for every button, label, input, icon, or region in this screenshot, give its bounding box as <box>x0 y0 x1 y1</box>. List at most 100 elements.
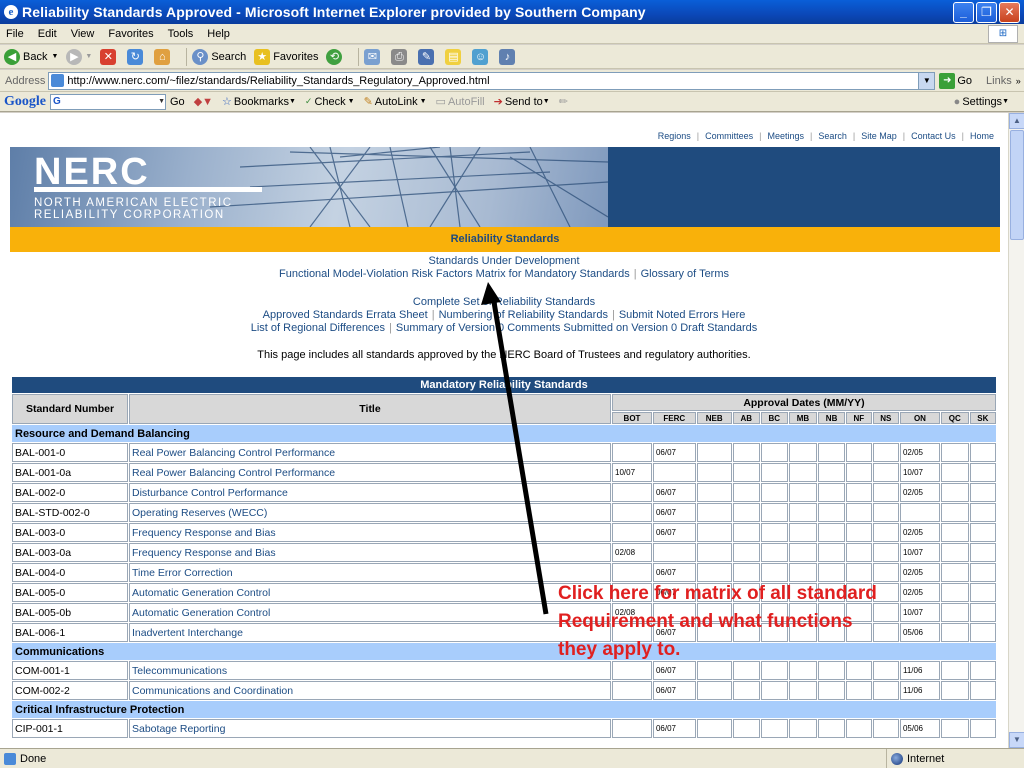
messenger-button[interactable]: ☺ <box>472 48 491 65</box>
go-label: Go <box>957 74 973 87</box>
stop-icon: ✕ <box>100 48 117 65</box>
ie-icon: e <box>4 5 18 19</box>
settings-gear-icon: ● <box>953 95 961 108</box>
send-to-button[interactable]: ➔ Send to ▼ <box>493 95 550 109</box>
stop-button[interactable]: ✕ <box>100 48 119 65</box>
go-button[interactable]: ➜ Go <box>939 72 973 89</box>
refresh-icon: ↻ <box>127 48 144 65</box>
toolbar-separator <box>186 47 188 66</box>
print-icon: ⎙ <box>391 48 408 65</box>
history-icon: ⟲ <box>326 48 343 65</box>
address-url[interactable]: http://www.nerc.com/~filez/standards/Rel… <box>67 75 489 87</box>
menu-file[interactable]: File <box>6 28 24 40</box>
status-text: Done <box>20 752 47 765</box>
page-loaded-icon <box>4 752 16 765</box>
spell-check-button[interactable]: ✓ Check ▼ <box>305 96 355 108</box>
address-dropdown-icon[interactable]: ▼ <box>918 72 935 89</box>
pagerank-icon[interactable]: ◆▼ <box>194 95 213 108</box>
autofill-icon: ▭ <box>435 96 446 108</box>
address-label: Address <box>5 74 46 87</box>
autolink-label: AutoLink <box>374 95 418 108</box>
status-bar: Done Internet <box>0 748 1024 768</box>
messenger-icon: ☺ <box>472 48 489 65</box>
zone-label: Internet <box>907 752 945 765</box>
internet-globe-icon <box>891 752 903 765</box>
menu-edit[interactable]: Edit <box>38 28 57 40</box>
annotation-arrow-shaft <box>490 295 549 615</box>
search-icon: ⚲ <box>192 48 209 65</box>
page-viewport: Regions | Committees | Meetings | Search | S… <box>0 113 1008 748</box>
research-icon: ♪ <box>499 48 516 65</box>
send-to-icon: ➔ <box>493 96 503 108</box>
close-button[interactable]: ✕ <box>999 2 1020 23</box>
google-search-input[interactable]: G ▼ <box>50 93 166 110</box>
home-button[interactable]: ⌂ <box>154 48 173 65</box>
forward-button[interactable]: ▶ ▼ <box>66 48 92 65</box>
discuss-icon: ▤ <box>445 48 462 65</box>
favorites-button[interactable]: ★ Favorites <box>254 48 319 65</box>
bookmarks-button[interactable]: ☆ Bookmarks ▼ <box>222 95 296 109</box>
mail-button[interactable]: ✉ <box>364 48 383 65</box>
google-search-prefix: G <box>53 96 61 107</box>
toolbar-separator <box>358 47 360 66</box>
page-icon <box>51 74 65 87</box>
window-controls: _ ❐ ✕ <box>953 2 1020 23</box>
back-arrow-icon: ◀ <box>4 48 20 65</box>
scroll-up-icon[interactable]: ▲ <box>1009 113 1024 129</box>
security-zone: Internet <box>886 749 1024 768</box>
check-label: Check <box>314 95 346 108</box>
google-go-button[interactable]: Go <box>170 96 185 108</box>
discuss-button[interactable]: ▤ <box>445 48 464 65</box>
maximize-button[interactable]: ❐ <box>976 2 997 23</box>
print-button[interactable]: ⎙ <box>391 48 410 65</box>
pencil-icon[interactable]: ✏ <box>559 95 568 108</box>
chevron-right-icon[interactable]: » <box>1016 76 1021 86</box>
address-input[interactable]: http://www.nerc.com/~filez/standards/Rel… <box>48 71 936 90</box>
annotation-arrowhead <box>481 282 501 305</box>
back-button[interactable]: ◀ Back ▼ <box>4 48 58 65</box>
mail-icon: ✉ <box>364 48 381 65</box>
autolink-button[interactable]: ✎ AutoLink ▼ <box>363 95 427 109</box>
window-title: Reliability Standards Approved - Microso… <box>22 4 646 20</box>
menu-bar: File Edit View Favorites Tools Help ⊞ <box>0 24 1024 44</box>
search-button[interactable]: ⚲ Search <box>192 48 247 65</box>
search-label: Search <box>211 50 247 63</box>
refresh-button[interactable]: ↻ <box>127 48 146 65</box>
back-dropdown-icon[interactable]: ▼ <box>51 53 58 60</box>
send-to-label: Send to <box>504 95 543 108</box>
google-toolbar: Google G ▼ Go ◆▼ ☆ Bookmarks ▼ ✓ Check ▼ ✎… <box>0 92 1024 112</box>
forward-arrow-icon: ▶ <box>66 48 83 65</box>
google-logo[interactable]: Google <box>4 94 46 110</box>
settings-label: Settings <box>962 95 1003 108</box>
vertical-scrollbar[interactable]: ▲ ▼ <box>1008 113 1024 748</box>
autofill-button[interactable]: ▭ AutoFill <box>435 95 485 109</box>
annotation-arrow <box>481 282 549 615</box>
go-arrow-icon: ➜ <box>939 72 956 89</box>
back-label: Back <box>23 50 48 63</box>
google-search-dropdown-icon[interactable]: ▼ <box>158 98 165 105</box>
menu-view[interactable]: View <box>71 28 95 40</box>
favorites-label: Favorites <box>273 50 319 63</box>
links-button[interactable]: Links <box>986 75 1012 87</box>
settings-button[interactable]: ● Settings ▼ <box>954 96 1009 108</box>
scroll-down-icon[interactable]: ▼ <box>1009 732 1024 748</box>
forward-dropdown-icon[interactable]: ▼ <box>85 53 92 60</box>
address-bar: Address http://www.nerc.com/~filez/stand… <box>0 70 1024 92</box>
status-done: Done <box>0 752 47 765</box>
menu-favorites[interactable]: Favorites <box>108 28 153 40</box>
favorites-star-icon: ★ <box>254 48 271 65</box>
minimize-button[interactable]: _ <box>953 2 974 23</box>
research-button[interactable]: ♪ <box>499 48 518 65</box>
menu-tools[interactable]: Tools <box>168 28 194 40</box>
menu-help[interactable]: Help <box>207 28 230 40</box>
bookmarks-label: Bookmarks <box>233 95 289 108</box>
windows-logo-icon: ⊞ <box>988 25 1018 43</box>
scroll-thumb[interactable] <box>1010 130 1024 240</box>
standard-toolbar: ◀ Back ▼ ▶ ▼ ✕ ↻ ⌂ ⚲ Search ★ Favorites … <box>0 45 1024 69</box>
title-bar: e Reliability Standards Approved - Micro… <box>0 0 1024 24</box>
edit-icon: ✎ <box>418 48 435 65</box>
autolink-wand-icon: ✎ <box>363 96 373 108</box>
edit-button[interactable]: ✎ <box>418 48 437 65</box>
history-button[interactable]: ⟲ <box>326 48 345 65</box>
autofill-label: AutoFill <box>447 95 485 108</box>
